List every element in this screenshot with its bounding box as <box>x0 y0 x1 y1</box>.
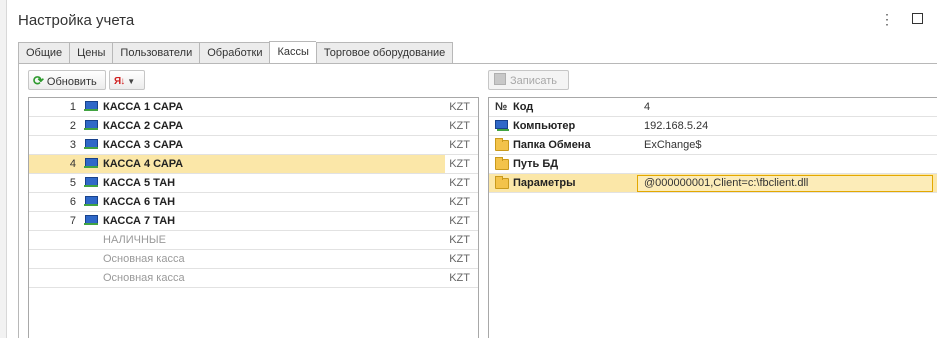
register-name: КАССА 5 ТАН <box>103 177 176 189</box>
list-item[interactable]: Основная касса KZT <box>29 250 478 269</box>
register-currency: KZT <box>449 139 470 151</box>
register-currency: KZT <box>449 158 470 170</box>
register-name: КАССА 7 ТАН <box>103 215 176 227</box>
tab-processing[interactable]: Обработки <box>199 42 270 64</box>
write-button[interactable]: Записать <box>488 70 569 90</box>
register-currency: KZT <box>449 234 470 246</box>
property-value: 4 <box>644 101 651 113</box>
computer-icon <box>84 158 98 168</box>
register-currency: KZT <box>449 272 470 284</box>
list-item[interactable]: 3 КАССА 3 САРА KZT <box>29 136 478 155</box>
sort-az-icon: Я↓ <box>114 76 125 87</box>
list-item[interactable]: 5 КАССА 5 ТАН KZT <box>29 174 478 193</box>
computer-icon <box>495 120 509 132</box>
maximize-icon[interactable] <box>912 13 923 24</box>
list-item[interactable]: 7 КАССА 7 ТАН KZT <box>29 212 478 231</box>
property-row-db-path[interactable]: Путь БД <box>489 155 937 174</box>
list-item-selected[interactable]: 4 КАССА 4 САРА KZT <box>29 155 478 174</box>
register-name: НАЛИЧНЫЕ <box>103 234 166 246</box>
register-name: Основная касса <box>103 253 185 265</box>
refresh-button-label: Обновить <box>46 76 97 88</box>
tab-cash-registers[interactable]: Кассы <box>269 41 316 64</box>
folder-icon <box>495 157 509 170</box>
register-currency: KZT <box>449 196 470 208</box>
list-item[interactable]: 6 КАССА 6 ТАН KZT <box>29 193 478 212</box>
tab-prices[interactable]: Цены <box>69 42 113 64</box>
property-row-code[interactable]: № Код 4 <box>489 98 937 117</box>
list-item[interactable]: Основная касса KZT <box>29 269 478 288</box>
chevron-down-icon: ▼ <box>127 77 136 86</box>
left-edge-bar <box>0 0 7 338</box>
property-row-exchange-folder[interactable]: Папка Обмена ExChange$ <box>489 136 937 155</box>
list-item[interactable]: НАЛИЧНЫЕ KZT <box>29 231 478 250</box>
register-name: КАССА 6 ТАН <box>103 196 176 208</box>
property-value: ExChange$ <box>644 139 702 151</box>
property-value-input[interactable]: @000000001,Client=c:\fbclient.dll <box>637 175 933 192</box>
property-label: Параметры <box>513 177 576 189</box>
computer-icon <box>84 120 98 130</box>
list-item[interactable]: 1 КАССА 1 САРА KZT <box>29 98 478 117</box>
property-row-parameters[interactable]: Параметры @000000001,Client=c:\fbclient.… <box>489 174 937 193</box>
register-number: 1 <box>69 101 76 113</box>
register-name: КАССА 1 САРА <box>103 101 184 113</box>
register-currency: KZT <box>449 101 470 113</box>
register-currency: KZT <box>449 120 470 132</box>
register-number: 4 <box>69 158 76 170</box>
property-label: Папка Обмена <box>513 139 591 151</box>
register-number: 7 <box>69 215 76 227</box>
save-icon <box>494 73 506 85</box>
tab-users[interactable]: Пользователи <box>112 42 200 64</box>
property-row-computer[interactable]: Компьютер 192.168.5.24 <box>489 117 937 136</box>
computer-icon <box>84 196 98 206</box>
register-number: 6 <box>69 196 76 208</box>
property-label: Код <box>513 101 534 113</box>
register-name: КАССА 2 САРА <box>103 120 184 132</box>
register-number: 3 <box>69 139 76 151</box>
more-vert-icon[interactable]: ⋮ <box>880 10 894 28</box>
tab-bar: Общие Цены Пользователи Обработки Кассы … <box>18 41 454 64</box>
property-label: Путь БД <box>513 158 559 170</box>
register-number: 5 <box>69 177 76 189</box>
folder-icon <box>495 176 509 189</box>
number-sign-icon: № <box>495 101 508 113</box>
list-item[interactable]: 2 КАССА 2 САРА KZT <box>29 117 478 136</box>
computer-icon <box>84 139 98 149</box>
register-name: КАССА 3 САРА <box>103 139 184 151</box>
register-name: Основная касса <box>103 272 185 284</box>
properties-panel[interactable]: № Код 4 Компьютер 192.168.5.24 Папка Обм… <box>488 97 937 338</box>
tab-general[interactable]: Общие <box>18 42 70 64</box>
register-currency: KZT <box>449 215 470 227</box>
property-label: Компьютер <box>513 120 576 132</box>
write-button-label: Записать <box>510 75 558 87</box>
register-currency: KZT <box>449 253 470 265</box>
property-value: 192.168.5.24 <box>644 120 709 132</box>
refresh-icon: ⟳ <box>33 73 44 88</box>
registers-list[interactable]: 1 КАССА 1 САРА KZT 2 КАССА 2 САРА KZT 3 … <box>28 97 479 338</box>
computer-icon <box>84 215 98 225</box>
computer-icon <box>84 177 98 187</box>
window-title: Настройка учета <box>18 12 135 29</box>
computer-icon <box>84 101 98 111</box>
sort-button[interactable]: Я↓ ▼ <box>109 70 145 90</box>
refresh-button[interactable]: ⟳ Обновить <box>28 70 106 90</box>
register-name: КАССА 4 САРА <box>103 158 184 170</box>
register-number: 2 <box>69 120 76 132</box>
register-currency: KZT <box>449 177 470 189</box>
folder-icon <box>495 138 509 151</box>
tab-retail-equipment[interactable]: Торговое оборудование <box>315 42 454 64</box>
